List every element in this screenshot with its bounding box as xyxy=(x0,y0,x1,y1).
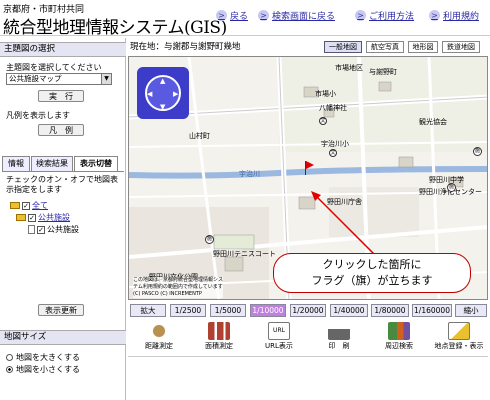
flag-icon[interactable] xyxy=(306,161,314,169)
nearby-search-icon xyxy=(388,322,410,340)
scale-button[interactable]: 1/160000 xyxy=(412,304,452,317)
legend-prompt: 凡例を表示します xyxy=(6,111,70,120)
checkbox-public[interactable]: ✓ xyxy=(28,213,36,222)
arrow-right-icon: > xyxy=(216,9,227,21)
arrow-right-icon[interactable]: ▶ xyxy=(173,90,178,98)
theme-select[interactable]: 公共施設マップ ▼ xyxy=(6,73,112,85)
run-button[interactable]: 実 行 xyxy=(38,90,84,102)
copyright: この地図は、京都府統合型地理情報システム利用規約の範囲内で作成しています (C)… xyxy=(133,277,224,298)
chevron-down-icon[interactable]: ▼ xyxy=(101,74,111,84)
header: 京都府・市町村共同 統合型地理情報システム(GIS) > 戻る > 検索画面に戻る … xyxy=(0,0,490,38)
nearby-search-tool[interactable]: 周辺検索 xyxy=(370,322,428,354)
arrow-right-icon: > xyxy=(355,9,366,21)
map-label: 市場地区 xyxy=(335,64,363,72)
map-label: 宇治川小 xyxy=(321,140,349,148)
document-icon xyxy=(28,225,35,234)
nav-help[interactable]: > ご利用方法 xyxy=(355,8,414,22)
arrow-right-icon: > xyxy=(429,9,440,21)
tab-divider xyxy=(2,171,124,172)
nav-back-to-search[interactable]: > 検索画面に戻る xyxy=(258,8,335,22)
map-type-railway[interactable]: 鉄道地図 xyxy=(442,41,480,53)
radio-small[interactable] xyxy=(6,366,13,373)
app-title: 統合型地理情報システム(GIS) xyxy=(3,18,227,38)
refresh-button[interactable]: 表示更新 xyxy=(38,304,84,316)
tree-item-all[interactable]: ✓ 全て xyxy=(10,200,48,211)
folder-icon xyxy=(16,214,26,221)
theme-section-title: 主題図の選択 xyxy=(0,42,126,57)
zoom-in-button[interactable]: 拡大 xyxy=(130,304,166,317)
left-panel: 主題図の選択 主題図を選択してください 公共施設マップ ▼ 実 行 凡例を表示し… xyxy=(0,38,126,400)
map-label: 野田川庁舎 xyxy=(327,198,362,206)
poi-marker-icon[interactable]: 文 xyxy=(319,117,327,125)
map-label: 与謝野町 xyxy=(369,68,397,76)
folder-icon xyxy=(10,202,20,209)
size-option-small[interactable]: 地図を小さくする xyxy=(6,364,80,375)
bookmark-tool[interactable]: 地点登録・表示 xyxy=(430,322,488,354)
nav-terms[interactable]: > 利用規約 xyxy=(429,8,479,22)
nav-back[interactable]: > 戻る xyxy=(216,8,248,22)
scale-button-active[interactable]: 1/10000 xyxy=(250,304,286,317)
printer-icon xyxy=(328,322,350,340)
theme-prompt: 主題図を選択してください xyxy=(6,63,102,72)
checkbox-all[interactable]: ✓ xyxy=(22,201,30,210)
tab-search-results[interactable]: 検索結果 xyxy=(31,156,73,171)
poi-marker-icon[interactable]: 施 xyxy=(473,147,482,156)
map-label: 野田川中学 xyxy=(429,176,464,184)
map-label: 市場小 xyxy=(315,90,336,98)
zoom-out-button[interactable]: 縮小 xyxy=(455,304,487,317)
radio-large[interactable] xyxy=(6,354,13,361)
toggle-description: チェックのオン・オフで地図表示指定をします xyxy=(6,175,118,194)
url-tool[interactable]: URL URL表示 xyxy=(250,322,308,354)
map-type-terrain[interactable]: 地形図 xyxy=(408,41,438,53)
scale-button[interactable]: 1/2500 xyxy=(170,304,206,317)
poi-marker-icon[interactable]: 文 xyxy=(329,149,337,157)
tab-info[interactable]: 情報 xyxy=(2,156,30,171)
map-label: 山村町 xyxy=(189,132,210,140)
area-tool[interactable]: 面積測定 xyxy=(190,322,248,354)
map-type-aerial[interactable]: 航空写真 xyxy=(366,41,404,53)
map-label: 八幡神社 xyxy=(319,104,347,112)
map-view[interactable]: 市場小 市場地区 八幡神社 宇治川小 野田川中学 野田川浄化センター 野田川庁舎… xyxy=(128,56,488,300)
poi-marker-icon[interactable]: 施 xyxy=(205,235,214,244)
scale-button[interactable]: 1/40000 xyxy=(330,304,368,317)
arrow-left-icon[interactable]: ◀ xyxy=(147,90,152,98)
legend-button[interactable]: 凡 例 xyxy=(38,124,84,136)
map-label: 宇治川 xyxy=(239,170,260,178)
arrow-right-icon: > xyxy=(258,9,269,21)
poi-marker-icon[interactable]: 施 xyxy=(447,183,456,192)
arrow-up-icon[interactable]: ▲ xyxy=(160,77,165,85)
toolbar-divider xyxy=(128,356,488,357)
scale-button[interactable]: 1/5000 xyxy=(210,304,246,317)
scale-button[interactable]: 1/20000 xyxy=(290,304,326,317)
checkbox-public-sub[interactable]: ✓ xyxy=(37,225,45,234)
callout-note: クリックした箇所に フラグ（旗）が立ちます xyxy=(273,253,471,293)
arrow-down-icon[interactable]: ▼ xyxy=(160,103,165,111)
map-label: 野田川テニスコート xyxy=(213,250,276,258)
print-tool[interactable]: 印 刷 xyxy=(310,322,368,354)
tree-item-public-sub[interactable]: ✓ 公共施設 xyxy=(28,224,79,235)
map-size-title: 地図サイズ xyxy=(0,330,126,345)
pan-control: ▲ ▼ ◀ ▶ xyxy=(137,67,189,119)
tab-display-toggle[interactable]: 表示切替 xyxy=(74,156,118,171)
current-location: 現在地：与謝郡与謝野町幾地 xyxy=(130,42,241,52)
size-option-large[interactable]: 地図を大きくする xyxy=(6,352,80,363)
scale-button[interactable]: 1/80000 xyxy=(371,304,409,317)
tree-item-public[interactable]: ✓ 公共施設 xyxy=(16,212,70,223)
url-icon: URL xyxy=(268,322,290,340)
bookmark-folder-icon xyxy=(448,322,470,340)
map-type-general[interactable]: 一般地図 xyxy=(324,41,362,53)
measure-area-icon xyxy=(208,322,230,340)
map-label: 観光協会 xyxy=(419,118,447,126)
measure-distance-icon xyxy=(148,322,170,340)
distance-tool[interactable]: 距離測定 xyxy=(130,322,188,354)
